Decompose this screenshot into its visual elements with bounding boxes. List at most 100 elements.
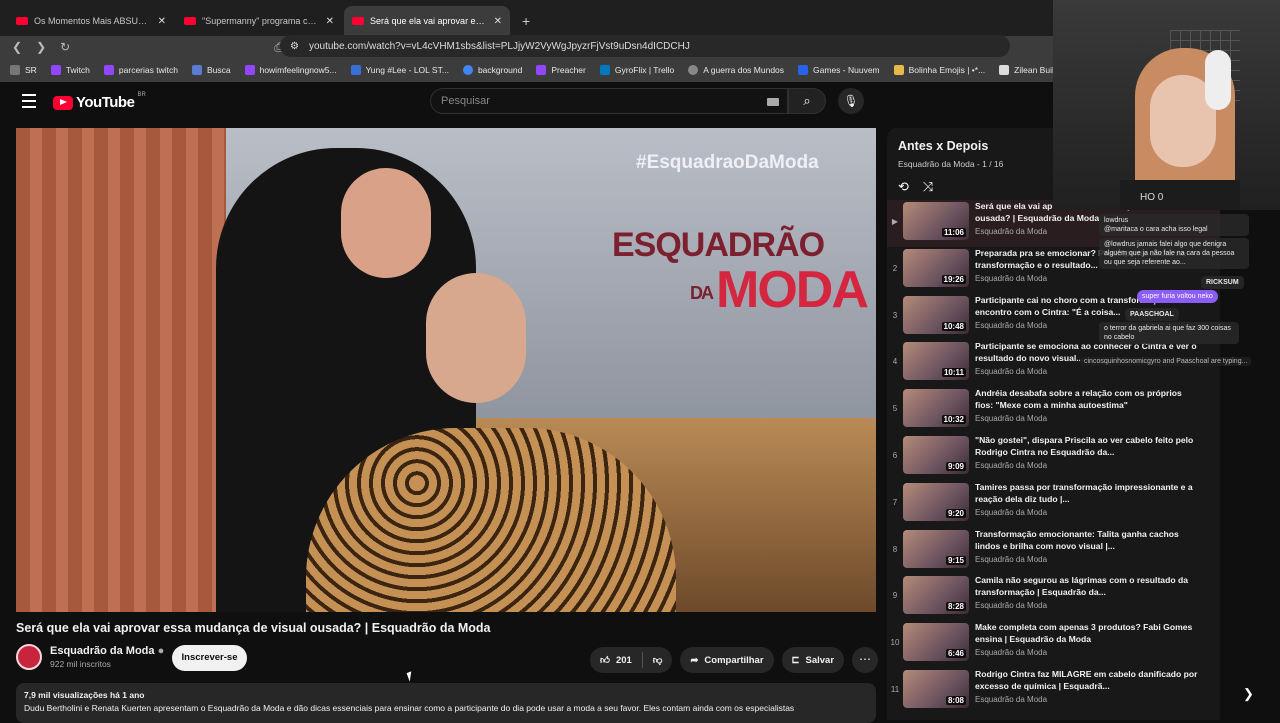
playlist-item[interactable]: 6 9:09 "Não gostei", dispara Priscila ao v… [887, 434, 1220, 481]
bookmark-item[interactable]: Bolinha Emojis | •*... [893, 65, 985, 75]
chevron-right-icon[interactable]: ❯ [1243, 686, 1254, 702]
bookmark-item[interactable]: A guerra dos Mundos [688, 65, 784, 75]
item-index: 11 [890, 684, 900, 694]
video-player[interactable]: #EsquadraoDaModa ESQUADRÃO DAMODA [16, 128, 876, 612]
bookmark-item[interactable]: Twitch [50, 65, 90, 75]
new-tab-button[interactable]: + [512, 6, 540, 36]
item-index: 8 [892, 544, 898, 554]
video-title: Será que ela vai aprovar essa mudança de… [16, 621, 491, 635]
search-button[interactable]: ⌕ [788, 88, 826, 114]
video-thumbnail: 8:28 [903, 576, 969, 615]
video-thumbnail: 6:46 [903, 623, 969, 662]
close-tab-icon[interactable]: ✕ [494, 16, 502, 27]
thumbs-up-icon: 👍︎ [600, 655, 610, 666]
tab-label: "Supermanny" programa completo - [202, 16, 320, 26]
playlist-item[interactable]: 8 9:15 Transformação emocionante: Talita g… [887, 528, 1220, 575]
bookmark-item[interactable]: SR [10, 65, 37, 75]
headphones-icon [1205, 50, 1231, 110]
item-title: Tamires passa por transformação impressi… [975, 481, 1193, 504]
item-index: 9 [892, 591, 898, 601]
shuffle-icon[interactable]: ⤨ [923, 179, 933, 195]
duration-badge: 9:09 [945, 461, 966, 471]
views-and-date: 7,9 mil visualizações há 1 ano [24, 690, 145, 700]
reload-icon[interactable]: ↻ [60, 40, 70, 54]
item-title: Transformação emocionante: Talita ganha … [975, 528, 1179, 551]
search-input[interactable]: Pesquisar [430, 88, 788, 114]
duration-badge: 9:20 [945, 508, 966, 518]
bookmark-favicon-icon [688, 65, 699, 75]
playlist-item[interactable]: 9 8:28 Camila não segurou as lágrimas com … [887, 574, 1220, 621]
share-button[interactable]: ➦ Compartilhar [680, 647, 774, 673]
studio-curtain [16, 128, 226, 612]
bookmark-item[interactable]: parcerias twitch [103, 65, 178, 75]
loop-icon[interactable]: ⟲ [898, 179, 909, 195]
browser-tab-3[interactable]: Será que ela vai aprovar essa ✕ [344, 6, 510, 36]
duration-badge: 10:48 [941, 321, 966, 331]
youtube-favicon-icon [16, 17, 28, 25]
item-title: Andréia desabafa sobre a relação com os … [975, 388, 1182, 411]
channel-name[interactable]: Esquadrão da Moda ● [50, 645, 164, 657]
channel-avatar[interactable] [16, 644, 42, 670]
playlist-item[interactable]: 7 9:20 Tamires passa por transformação imp… [887, 481, 1220, 528]
bookmark-favicon-icon [599, 65, 610, 75]
browser-tab-2[interactable]: "Supermanny" programa completo - ✕ [176, 6, 342, 36]
duration-badge: 11:06 [941, 228, 966, 237]
voice-search-button[interactable]: 🎙 [838, 88, 864, 114]
duration-badge: 19:26 [941, 274, 966, 284]
bookmark-item[interactable]: Games - Nuuvem [798, 65, 880, 75]
shirt-print: HO 0 [1140, 192, 1164, 203]
keyboard-icon[interactable] [767, 98, 779, 106]
address-bar[interactable]: ⚙ youtube.com/watch?v=vL4cVHM1sbs&list=PL… [280, 35, 1010, 57]
chat-message: o terror da gabriela ai que faz 300 cois… [1099, 322, 1239, 344]
dislike-button[interactable]: 👎︎ [643, 654, 673, 666]
video-hashtag-overlay: #EsquadraoDaModa [636, 152, 819, 173]
save-button[interactable]: ⊏ Salvar [781, 647, 845, 673]
playlist-item[interactable]: 11 8:08 Rodrigo Cintra faz MILAGRE em cabe… [887, 668, 1220, 715]
close-tab-icon[interactable]: ✕ [326, 16, 334, 27]
item-index: 2 [892, 263, 898, 273]
bookmark-item[interactable]: Zilean Build [999, 65, 1053, 75]
item-index: 10 [890, 638, 900, 648]
microphone-icon: 🎙 [843, 94, 859, 108]
more-options-button[interactable]: ⋯ [852, 647, 879, 673]
video-thumbnail: 11:06 [903, 202, 969, 240]
bookmark-save-icon: ⊏ [791, 654, 800, 666]
item-channel: Esquadrão da Moda [975, 648, 1048, 658]
video-thumbnail: 9:20 [903, 482, 969, 521]
bookmark-favicon-icon [350, 65, 361, 75]
bookmark-item[interactable]: howimfeelingnow5... [244, 65, 337, 75]
video-thumbnail: 10:11 [903, 342, 969, 381]
bookmark-item[interactable]: Yung #Lee - LOL ST... [350, 65, 449, 75]
close-tab-icon[interactable]: ✕ [158, 16, 166, 27]
back-arrow-icon[interactable]: ❮ [12, 40, 22, 54]
tab-label: Será que ela vai aprovar essa [370, 16, 488, 26]
bookmark-item[interactable]: background [462, 65, 522, 75]
video-thumbnail: 9:15 [903, 529, 969, 568]
subscriber-count: 922 mil inscritos [50, 659, 111, 669]
duration-badge: 10:32 [941, 415, 966, 425]
item-channel: Esquadrão da Moda [975, 507, 1048, 517]
playlist-item[interactable]: 10 6:46 Make completa com apenas 3 produto… [887, 621, 1220, 668]
video-thumbnail: 19:26 [903, 248, 969, 287]
thumbs-down-icon: 👎︎ [652, 655, 663, 666]
playlist-item[interactable]: 5 10:32 Andréia desabafa sobre a relação c… [887, 387, 1220, 434]
youtube-logo[interactable]: YouTube BR [53, 92, 146, 111]
video-thumbnail: 8:08 [903, 669, 969, 708]
site-info-icon[interactable]: ⚙ [290, 41, 299, 52]
browser-tab-1[interactable]: Os Momentos Mais ABSURDOS do E ✕ [8, 6, 174, 36]
like-button[interactable]: 👍︎ 201 [590, 654, 642, 667]
menu-icon[interactable] [22, 94, 36, 108]
item-index: 7 [892, 497, 898, 507]
forward-arrow-icon[interactable]: ❯ [36, 40, 46, 54]
duration-badge: 6:46 [945, 649, 966, 659]
bookmark-item[interactable]: GyroFlix | Trello [599, 65, 674, 75]
item-channel: Esquadrão da Moda [975, 414, 1048, 424]
bookmark-item[interactable]: Preacher [536, 65, 586, 75]
video-thumbnail: 10:48 [903, 295, 969, 334]
bookmark-item[interactable]: Busca [191, 65, 231, 75]
subscribe-button[interactable]: Inscrever-se [172, 645, 247, 671]
host-head [341, 168, 431, 278]
search-placeholder: Pesquisar [441, 95, 490, 107]
video-description[interactable]: 7,9 mil visualizações há 1 ano Dudu Bert… [16, 683, 876, 723]
typing-indicator: cincosquinhosnomicgyro and Paaschoal are… [1080, 357, 1252, 366]
